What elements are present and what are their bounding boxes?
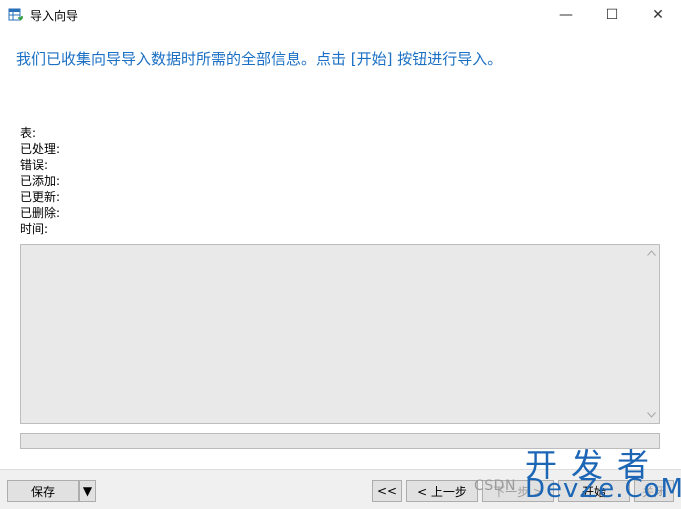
csdn-watermark: CSDN [474,478,516,494]
page-heading: 我们已收集向导导入数据时所需的全部信息。点击 [开始] 按钮进行导入。 [16,50,503,68]
table-import-icon [8,8,23,21]
stat-table-label: 表: [20,126,37,140]
stat-time-label: 时间: [20,222,49,236]
stat-errors-label: 错误: [20,158,49,172]
log-scrollbar[interactable] [643,245,659,423]
watermark-logo-line2: DevZe.CoM [525,474,681,504]
stat-processed-label: 已处理: [20,142,61,156]
save-button[interactable]: 保存 [7,480,79,502]
stat-updated-label: 已更新: [20,190,61,204]
close-window-button[interactable]: ✕ [635,0,681,30]
log-textarea[interactable] [20,244,660,424]
chevron-up-icon[interactable] [643,245,659,261]
stat-deleted-label: 已删除: [20,206,61,220]
chevron-down-icon[interactable] [643,407,659,423]
window-title: 导入向导 [30,9,79,23]
title-bar: 导入向导 — ☐ ✕ [0,0,681,30]
maximize-button[interactable]: ☐ [589,0,635,30]
first-step-button[interactable]: << [372,480,402,502]
devze-watermark-logo: 开发者 DevZe.CoM [525,440,681,506]
import-stats: 表: 已处理: 错误: 已添加: 已更新: 已删除: 时间: [20,125,60,237]
minimize-button[interactable]: — [543,0,589,30]
stat-added-label: 已添加: [20,174,61,188]
save-dropdown-button[interactable]: ▼ [79,480,96,502]
previous-step-button[interactable]: < 上一步 [406,480,478,502]
